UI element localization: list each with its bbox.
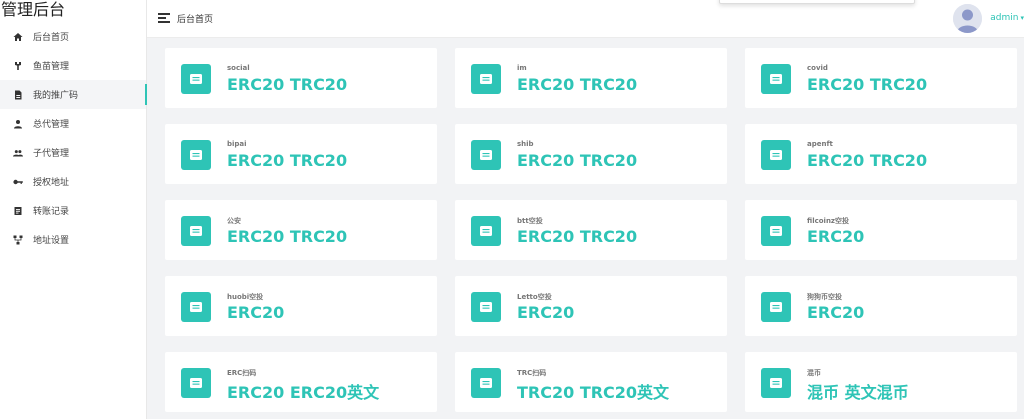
sidebar-item-sub-agent[interactable]: 子代管理 — [0, 138, 146, 167]
people-icon — [12, 147, 24, 159]
card-label: btt空投 — [517, 217, 543, 225]
card-label: filcoinz空投 — [807, 217, 850, 225]
card-social[interactable]: social ERC20 TRC20 — [165, 48, 437, 108]
list-icon — [12, 205, 24, 217]
card-value: ERC20 ERC20英文 — [227, 383, 380, 402]
sidebar-item-promo-code[interactable]: 我的推广码 — [0, 80, 147, 109]
card-icon — [761, 292, 791, 322]
card-btt-airdrop[interactable]: btt空投 ERC20 TRC20 — [455, 200, 727, 260]
card-value: ERC20 TRC20 — [807, 75, 928, 94]
sidebar-item-address-settings[interactable]: 地址设置 — [0, 225, 146, 254]
sidebar-item-auth-address[interactable]: 授权地址 — [0, 167, 146, 196]
sidebar-item-general-agent[interactable]: 总代管理 — [0, 109, 146, 138]
card-icon — [181, 292, 211, 322]
card-label: TRC扫码 — [517, 369, 547, 377]
card-icon — [761, 64, 791, 94]
card-bipai[interactable]: bipai ERC20 TRC20 — [165, 124, 437, 184]
card-shib[interactable]: shib ERC20 TRC20 — [455, 124, 727, 184]
sidebar-item-fish[interactable]: 鱼苗管理 — [0, 51, 146, 80]
card-icon — [181, 368, 211, 398]
card-value: TRC20 TRC20英文 — [517, 383, 670, 402]
avatar[interactable] — [953, 3, 983, 33]
card-covid[interactable]: covid ERC20 TRC20 — [745, 48, 1017, 108]
card-label: bipai — [227, 140, 247, 148]
card-icon — [181, 64, 211, 94]
card-icon — [181, 140, 211, 170]
card-apenft[interactable]: apenft ERC20 TRC20 — [745, 124, 1017, 184]
card-letto-airdrop[interactable]: Letto空投 ERC20 — [455, 276, 727, 336]
card-huobi-airdrop[interactable]: huobi空投 ERC20 — [165, 276, 437, 336]
network-icon — [12, 234, 24, 246]
person-icon — [12, 118, 24, 130]
key-icon — [12, 176, 24, 188]
brand-title: 管理后台 — [1, 0, 66, 19]
username[interactable]: admin — [990, 13, 1018, 23]
sidebar-item-dashboard[interactable]: 后台首页 — [0, 22, 146, 51]
card-icon — [471, 292, 501, 322]
card-icon — [181, 216, 211, 246]
card-gongan[interactable]: 公安 ERC20 TRC20 — [165, 200, 437, 260]
card-label: 公安 — [227, 217, 241, 225]
user-menu[interactable]: admin ▾ — [953, 3, 1024, 33]
card-value: ERC20 TRC20 — [517, 75, 638, 94]
card-value: ERC20 TRC20 — [517, 151, 638, 170]
card-filcoinz-airdrop[interactable]: filcoinz空投 ERC20 — [745, 200, 1017, 260]
dashboard-grid: social ERC20 TRC20 im ERC20 TRC20 covid … — [147, 38, 1024, 419]
card-coin-mixer[interactable]: 混币 混币 英文混币 — [745, 352, 1017, 412]
card-im[interactable]: im ERC20 TRC20 — [455, 48, 727, 108]
card-value: ERC20 — [227, 303, 285, 322]
card-icon — [471, 368, 501, 398]
card-erc-scan[interactable]: ERC扫码 ERC20 ERC20英文 — [165, 352, 437, 412]
document-icon — [12, 89, 24, 101]
card-label: shib — [517, 140, 534, 148]
card-value: ERC20 — [807, 303, 865, 322]
card-label: ERC扫码 — [227, 369, 257, 377]
card-value: ERC20 TRC20 — [227, 227, 348, 246]
card-label: 混币 — [807, 369, 821, 377]
card-label: 狗狗币空投 — [807, 293, 842, 301]
card-icon — [471, 216, 501, 246]
sidebar-item-label: 鱼苗管理 — [33, 62, 70, 72]
card-icon — [761, 216, 791, 246]
card-trc-scan[interactable]: TRC扫码 TRC20 TRC20英文 — [455, 352, 727, 412]
card-label: im — [517, 64, 527, 72]
menu-toggle-icon[interactable] — [158, 13, 170, 23]
home-icon — [12, 31, 24, 43]
sidebar-item-label: 我的推广码 — [33, 91, 79, 101]
card-label: social — [227, 64, 250, 72]
top-bar: 后台首页 admin ▾ — [147, 0, 1024, 38]
card-value: ERC20 — [517, 303, 575, 322]
card-label: Letto空投 — [517, 293, 552, 301]
sidebar-item-label: 后台首页 — [33, 33, 70, 43]
card-value: ERC20 TRC20 — [227, 75, 348, 94]
card-value: 混币 英文混币 — [807, 383, 909, 402]
sidebar-item-label: 地址设置 — [33, 236, 70, 246]
sidebar-item-label: 转账记录 — [33, 207, 70, 217]
sidebar: 管理后台 后台首页 鱼苗管理 我的推广码 总代管理 子代管理 授权地址 转账记录 — [0, 0, 147, 419]
card-value: ERC20 — [807, 227, 865, 246]
sidebar-item-label: 总代管理 — [33, 120, 70, 130]
card-value: ERC20 TRC20 — [517, 227, 638, 246]
card-doge-airdrop[interactable]: 狗狗币空投 ERC20 — [745, 276, 1017, 336]
chevron-down-icon[interactable]: ▾ — [1020, 14, 1024, 22]
breadcrumb: 后台首页 — [177, 15, 214, 25]
card-icon — [761, 368, 791, 398]
card-icon — [471, 140, 501, 170]
dropdown-panel — [719, 0, 915, 4]
card-value: ERC20 TRC20 — [807, 151, 928, 170]
card-label: huobi空投 — [227, 293, 264, 301]
sidebar-item-label: 授权地址 — [33, 178, 70, 188]
sidebar-item-transfer-records[interactable]: 转账记录 — [0, 196, 146, 225]
sidebar-item-label: 子代管理 — [33, 149, 70, 159]
hook-icon — [12, 60, 24, 72]
card-label: apenft — [807, 140, 833, 148]
sidebar-menu: 后台首页 鱼苗管理 我的推广码 总代管理 子代管理 授权地址 转账记录 地址设置 — [0, 22, 147, 254]
card-icon — [761, 140, 791, 170]
card-icon — [471, 64, 501, 94]
card-value: ERC20 TRC20 — [227, 151, 348, 170]
card-label: covid — [807, 64, 828, 72]
